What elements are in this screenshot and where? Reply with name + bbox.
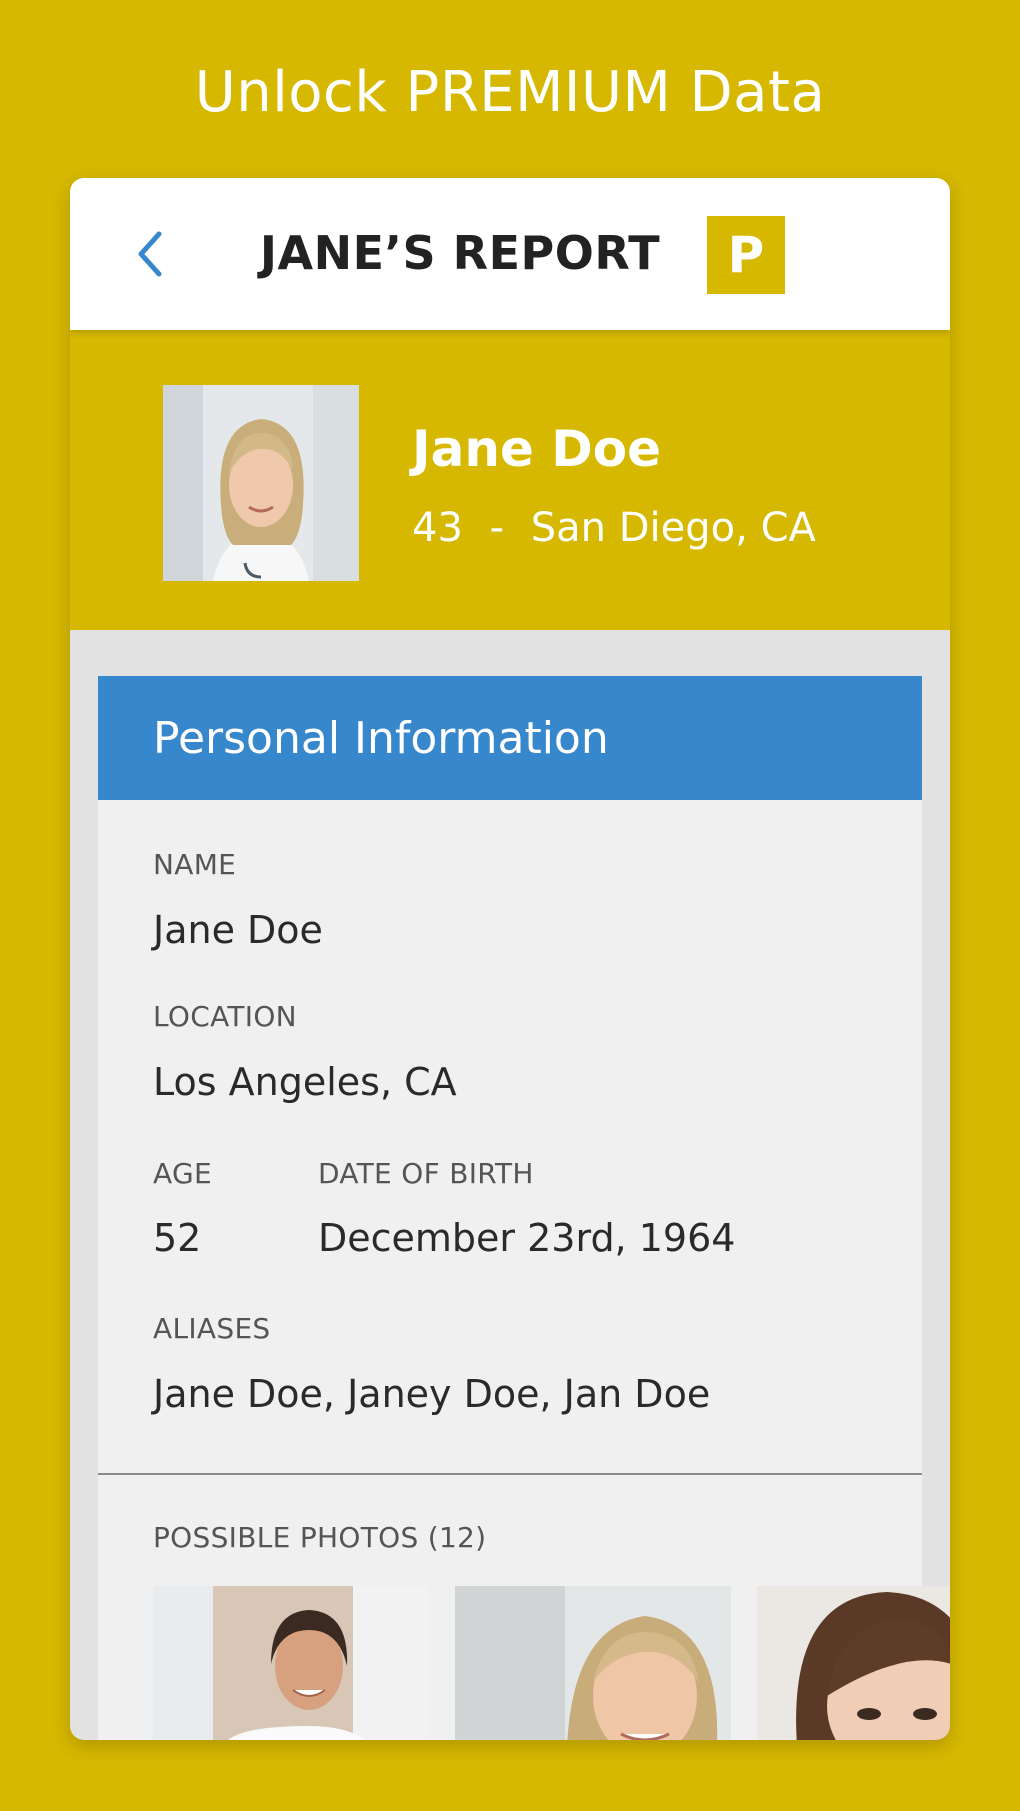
dob-value: December 23rd, 1964 <box>318 1216 736 1260</box>
page-title: JANE’S REPORT <box>259 226 661 280</box>
age-label: AGE <box>153 1157 212 1190</box>
location-value: Los Angeles, CA <box>153 1060 457 1104</box>
premium-badge[interactable]: P <box>707 216 785 294</box>
age-value: 52 <box>153 1216 202 1260</box>
photo-thumb[interactable] <box>757 1586 950 1740</box>
dob-label: DATE OF BIRTH <box>318 1157 534 1190</box>
aliases-value: Jane Doe, Janey Doe, Jan Doe <box>153 1372 711 1416</box>
personal-info-header[interactable]: Personal Information <box>98 676 922 800</box>
avatar <box>163 385 359 581</box>
profile-age: 43 <box>412 505 463 551</box>
profile-name: Jane Doe <box>412 420 662 478</box>
phone-frame: JANE’S REPORT P Jane Doe 43 - San Diego,… <box>70 178 950 1740</box>
location-label: LOCATION <box>153 1000 297 1033</box>
chevron-left-icon <box>138 231 162 277</box>
divider <box>98 1473 922 1475</box>
personal-info-card: Personal Information NAME Jane Doe LOCAT… <box>98 676 950 1740</box>
aliases-label: ALIASES <box>153 1312 271 1345</box>
name-label: NAME <box>153 848 237 881</box>
profile-meta: 43 - San Diego, CA <box>412 505 816 551</box>
promo-title: Unlock PREMIUM Data <box>194 60 826 125</box>
photos-row[interactable] <box>153 1586 950 1740</box>
profile-header: Jane Doe 43 - San Diego, CA <box>70 330 950 630</box>
name-value: Jane Doe <box>153 908 323 952</box>
navbar: JANE’S REPORT P <box>70 178 950 330</box>
photo-thumb[interactable] <box>455 1586 731 1740</box>
profile-location: San Diego, CA <box>530 505 816 551</box>
photo-thumb[interactable] <box>153 1586 429 1740</box>
meta-separator: - <box>489 505 505 551</box>
back-button[interactable] <box>120 224 180 284</box>
photos-label: POSSIBLE PHOTOS (12) <box>153 1521 487 1554</box>
